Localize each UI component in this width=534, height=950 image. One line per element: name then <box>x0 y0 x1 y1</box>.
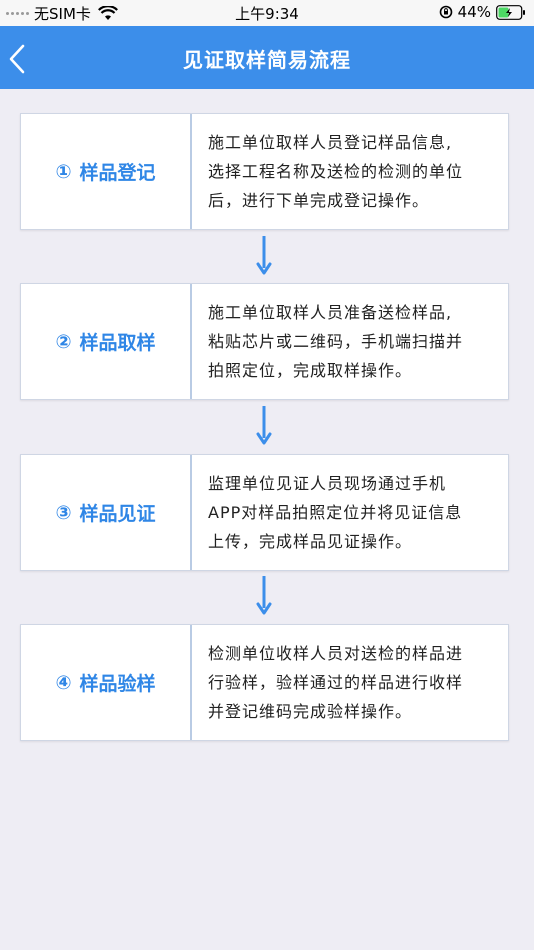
step-number: ③ <box>55 501 72 524</box>
step-desc-line: 施工单位取样人员准备送检样品, <box>208 303 453 322</box>
step-desc-line: APP对样品拍照定位并将见证信息 <box>208 503 463 522</box>
step-card-3: ③ 样品见证 监理单位见证人员现场通过手机 APP对样品拍照定位并将见证信息 上… <box>20 454 509 571</box>
step-title: 样品取样 <box>79 332 156 354</box>
step-title: 样品见证 <box>79 503 156 525</box>
step-card-1: ① 样品登记 施工单位取样人员登记样品信息, 选择工程名称及送检的检测的单位 后… <box>20 113 509 230</box>
rotation-lock-icon <box>439 5 452 19</box>
step-description: 监理单位见证人员现场通过手机 APP对样品拍照定位并将见证信息 上传，完成样品见… <box>192 455 508 570</box>
step-desc-line: 拍照定位，完成取样操作。 <box>208 361 413 380</box>
battery-icon <box>496 4 525 20</box>
step-desc-line: 选择工程名称及送检的检测的单位 <box>208 162 464 181</box>
page-title: 见证取样简易流程 <box>183 48 351 72</box>
step-title-cell: ④ 样品验样 <box>21 625 192 740</box>
step-title-cell: ③ 样品见证 <box>21 455 192 570</box>
status-right: 44% <box>439 3 526 21</box>
step-number: ② <box>55 330 72 353</box>
step-title-cell: ① 样品登记 <box>21 114 192 229</box>
step-desc-line: 检测单位收样人员对送检的样品进 <box>208 644 464 663</box>
nav-bar: 见证取样简易流程 <box>0 26 534 89</box>
arrow-down-icon <box>256 576 272 615</box>
step-card-2: ② 样品取样 施工单位取样人员准备送检样品, 粘贴芯片或二维码，手机端扫描并 拍… <box>20 283 509 400</box>
battery-percent: 44% <box>457 3 491 21</box>
step-desc-line: 监理单位见证人员现场通过手机 <box>208 474 447 493</box>
step-title: 样品验样 <box>79 673 156 695</box>
step-desc-line: 施工单位取样人员登记样品信息, <box>208 133 453 152</box>
arrow-down-icon <box>256 236 272 275</box>
step-desc-line: 上传，完成样品见证操作。 <box>208 532 413 551</box>
step-title-cell: ② 样品取样 <box>21 284 192 399</box>
step-desc-line: 并登记维码完成验样操作。 <box>208 702 413 721</box>
step-description: 检测单位收样人员对送检的样品进 行验样，验样通过的样品进行收样 并登记维码完成验… <box>192 625 508 740</box>
arrow-down-icon <box>256 406 272 445</box>
step-desc-line: 粘贴芯片或二维码，手机端扫描并 <box>208 332 464 351</box>
step-number: ④ <box>55 671 72 694</box>
step-number: ① <box>55 160 72 183</box>
step-card-4: ④ 样品验样 检测单位收样人员对送检的样品进 行验样，验样通过的样品进行收样 并… <box>20 624 509 741</box>
step-desc-line: 后，进行下单完成登记操作。 <box>208 191 430 210</box>
step-description: 施工单位取样人员准备送检样品, 粘贴芯片或二维码，手机端扫描并 拍照定位，完成取… <box>192 284 508 399</box>
step-title: 样品登记 <box>79 162 156 184</box>
step-desc-line: 行验样，验样通过的样品进行收样 <box>208 673 464 692</box>
status-bar: 无SIM卡 上午9:34 44% <box>0 0 534 26</box>
step-description: 施工单位取样人员登记样品信息, 选择工程名称及送检的检测的单位 后，进行下单完成… <box>192 114 508 229</box>
